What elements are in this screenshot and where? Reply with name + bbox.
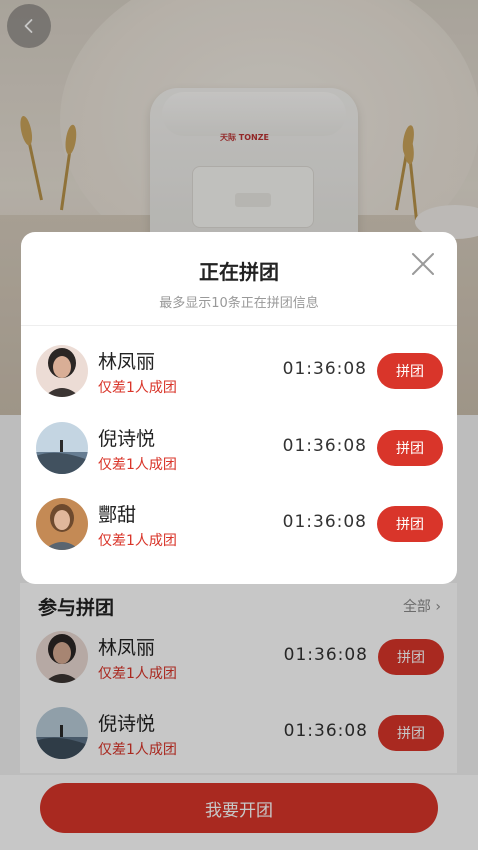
- group-status: 仅差1人成团: [98, 533, 177, 549]
- join-button[interactable]: 拼团: [377, 430, 443, 466]
- list-item: 林凤丽 仅差1人成团 01:36:08 拼团: [36, 345, 443, 405]
- list-item: 倪诗悦 仅差1人成团 01:36:08 拼团: [36, 422, 443, 482]
- join-button[interactable]: 拼团: [377, 353, 443, 389]
- group-status: 仅差1人成团: [98, 380, 177, 396]
- member-name: 林凤丽: [98, 351, 156, 373]
- group-status: 仅差1人成团: [98, 457, 177, 473]
- close-icon[interactable]: [409, 250, 437, 278]
- member-name: 酆甜: [98, 504, 137, 526]
- divider: [21, 325, 457, 326]
- modal-title: 正在拼团: [199, 260, 279, 284]
- group-buy-modal: 正在拼团 最多显示10条正在拼团信息 林凤丽 仅差1人成团 01:36:08 拼…: [21, 232, 457, 584]
- member-name: 倪诗悦: [98, 428, 156, 450]
- modal-subtitle: 最多显示10条正在拼团信息: [159, 296, 319, 311]
- countdown-timer: 01:36:08: [282, 359, 367, 379]
- avatar: [36, 422, 88, 474]
- avatar: [36, 345, 88, 397]
- countdown-timer: 01:36:08: [282, 512, 367, 532]
- list-item: 酆甜 仅差1人成团 01:36:08 拼团: [36, 498, 443, 558]
- join-button[interactable]: 拼团: [377, 506, 443, 542]
- avatar: [36, 498, 88, 550]
- countdown-timer: 01:36:08: [282, 436, 367, 456]
